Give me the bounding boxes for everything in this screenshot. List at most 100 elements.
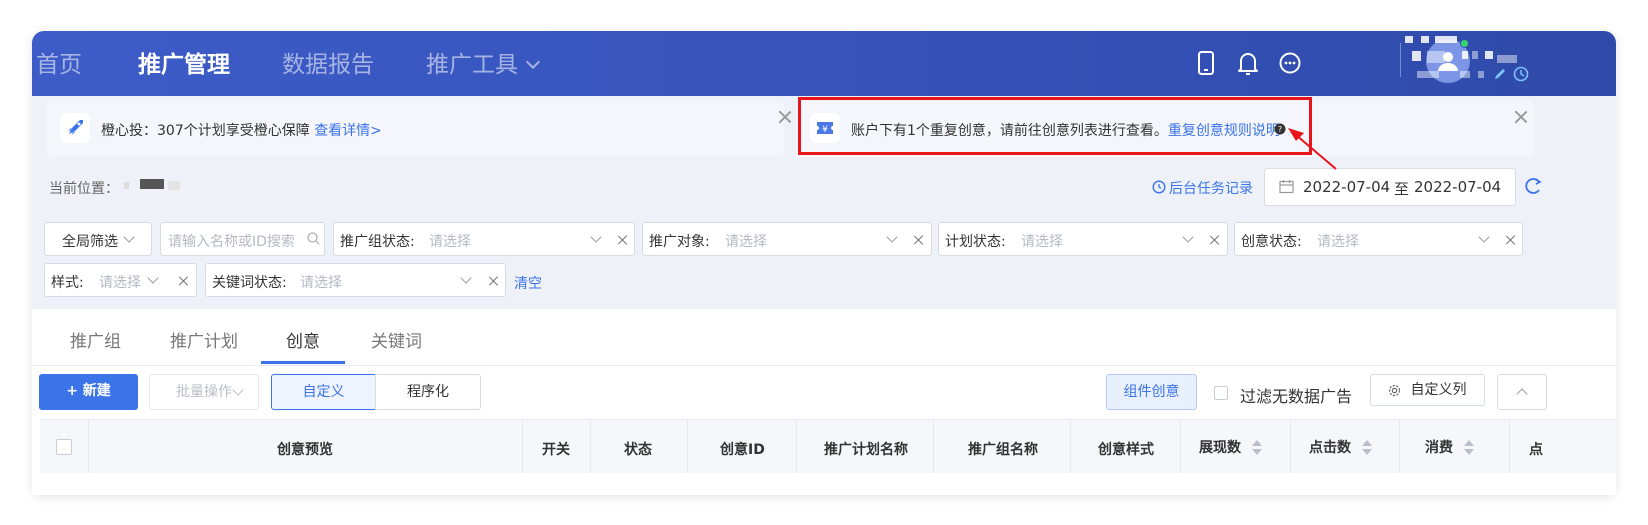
col-status: 状态 — [624, 442, 652, 458]
batch-operation-label: 批量操作 — [176, 384, 232, 400]
nav-promotion-management[interactable]: 推广管理 — [138, 45, 230, 79]
col-creative-preview: 创意预览 — [277, 442, 333, 458]
bell-icon[interactable] — [1236, 49, 1260, 77]
select-all-checkbox[interactable] — [56, 439, 72, 455]
annotation-arrow — [1288, 128, 1337, 170]
col-creative-style: 创意样式 — [1098, 442, 1154, 458]
promo-target-placeholder: 请选择 — [725, 234, 767, 250]
clear-icon[interactable] — [1505, 235, 1515, 245]
search-icon — [307, 232, 320, 245]
clear-icon[interactable] — [1209, 235, 1219, 245]
keyword-status-select[interactable]: 关键词状态: 请选择 — [205, 263, 506, 297]
chevron-down-icon — [1478, 231, 1490, 243]
notice-guarantee-text: 橙心投：307个计划享受橙心保障 查看详情> — [101, 120, 382, 140]
filter-no-data-label: 过滤无数据广告 — [1240, 387, 1353, 406]
style-select[interactable]: 样式: 请选择 — [44, 263, 197, 297]
chevron-down-icon — [123, 231, 135, 243]
plan-status-label: 计划状态: — [945, 234, 1006, 250]
chevron-down-icon — [886, 231, 898, 243]
plan-status-placeholder: 请选择 — [1021, 234, 1063, 250]
clear-icon[interactable] — [178, 276, 188, 286]
col-creative-id: 创意ID — [720, 442, 765, 458]
plan-status-select[interactable]: 计划状态: 请选择 — [938, 222, 1228, 256]
nav-promotion-tools[interactable]: 推广工具 — [426, 45, 541, 79]
more-icon[interactable] — [1278, 49, 1302, 77]
clear-icon[interactable] — [488, 276, 498, 286]
col-switch: 开关 — [542, 442, 570, 458]
date-end: 2022-07-04 — [1414, 178, 1502, 196]
filter-no-data-checkbox[interactable] — [1214, 386, 1228, 400]
close-icon[interactable] — [1514, 110, 1528, 124]
chevron-down-icon — [460, 272, 472, 284]
date-separator: 至 — [1394, 180, 1410, 198]
breadcrumb: 当前位置： — [49, 181, 119, 197]
clock-icon — [1152, 180, 1166, 194]
chevron-down-icon — [590, 231, 602, 243]
group-status-select[interactable]: 推广组状态: 请选择 — [333, 222, 635, 256]
collapse-button[interactable] — [1497, 374, 1547, 410]
search-input[interactable]: 请输入名称或ID搜索 — [160, 222, 325, 256]
date-range-picker[interactable]: 2022-07-04 至 2022-07-04 — [1264, 168, 1516, 206]
notice-guarantee-message: 橙心投：307个计划享受橙心保障 — [101, 123, 310, 139]
chevron-down-icon — [147, 272, 159, 284]
custom-columns-button[interactable]: 自定义列 — [1370, 374, 1485, 406]
global-filter-label: 全局筛选 — [62, 234, 118, 250]
new-button[interactable]: + 新建 — [39, 374, 138, 410]
custom-mode-button[interactable]: 自定义 — [271, 374, 376, 410]
col-cost[interactable]: 消费 — [1425, 437, 1453, 457]
mobile-icon[interactable] — [1194, 49, 1218, 77]
clear-filters-link[interactable]: 清空 — [514, 273, 542, 293]
group-status-placeholder: 请选择 — [429, 234, 471, 250]
promo-target-select[interactable]: 推广对象: 请选择 — [642, 222, 932, 256]
task-records-link[interactable]: 后台任务记录 — [1169, 178, 1253, 198]
filter-area: 全局筛选 请输入名称或ID搜索 推广组状态: 请选择 推广对象: 请选择 计划状… — [32, 210, 1616, 310]
clear-icon[interactable] — [617, 235, 627, 245]
nav-data-report[interactable]: 数据报告 — [282, 45, 374, 79]
edit-icon[interactable] — [1493, 67, 1507, 81]
component-creative-button[interactable]: 组件创意 — [1106, 374, 1197, 410]
main-panel: 推广组 推广计划 创意 关键词 + 新建 批量操作 自定义 程序化 组件创意 过… — [32, 309, 1616, 495]
close-icon[interactable] — [778, 110, 792, 124]
col-truncated: 点 — [1529, 442, 1543, 458]
nav-home[interactable]: 首页 — [36, 45, 82, 79]
creative-status-label: 创意状态: — [1241, 234, 1302, 250]
gear-icon — [1388, 384, 1401, 397]
view-details-link[interactable]: 查看详情> — [314, 123, 382, 139]
chevron-down-icon — [232, 384, 244, 396]
creative-status-select[interactable]: 创意状态: 请选择 — [1234, 222, 1523, 256]
col-clicks[interactable]: 点击数 — [1309, 437, 1351, 457]
batch-operation-button[interactable]: 批量操作 — [149, 374, 259, 410]
style-placeholder: 请选择 — [99, 275, 141, 291]
divider — [1400, 43, 1401, 77]
highlight-box — [798, 97, 1312, 155]
creative-status-placeholder: 请选择 — [1317, 234, 1359, 250]
custom-columns-label: 自定义列 — [1410, 382, 1467, 398]
global-filter-dropdown[interactable]: 全局筛选 — [44, 222, 152, 256]
chevron-up-icon — [1516, 388, 1528, 400]
col-impressions[interactable]: 展现数 — [1199, 437, 1241, 457]
group-status-label: 推广组状态: — [340, 234, 415, 250]
nav-promotion-tools-label: 推广工具 — [426, 52, 518, 78]
search-placeholder: 请输入名称或ID搜索 — [168, 234, 295, 250]
top-nav-bar: 首页 推广管理 数据报告 推广工具 — [32, 31, 1616, 96]
keyword-status-label: 关键词状态: — [212, 275, 287, 291]
clock-icon[interactable] — [1513, 66, 1529, 82]
chevron-down-icon — [1182, 231, 1194, 243]
tab-keyword[interactable]: 关键词 — [371, 327, 422, 352]
clear-icon[interactable] — [913, 235, 923, 245]
refresh-icon[interactable] — [1524, 176, 1542, 196]
programmatic-mode-button[interactable]: 程序化 — [375, 374, 481, 410]
tab-promo-plan[interactable]: 推广计划 — [170, 327, 238, 352]
sort-icon[interactable] — [1252, 440, 1262, 456]
tab-promo-group[interactable]: 推广组 — [70, 327, 121, 352]
sort-icon[interactable] — [1362, 440, 1372, 456]
sort-icon[interactable] — [1464, 440, 1474, 456]
col-group-name: 推广组名称 — [968, 442, 1038, 458]
notice-guarantee: 橙心投：307个计划享受橙心保障 查看详情> — [46, 101, 784, 157]
style-label: 样式: — [51, 275, 84, 291]
keyword-status-placeholder: 请选择 — [300, 275, 342, 291]
tab-creative[interactable]: 创意 — [286, 327, 320, 352]
promo-target-label: 推广对象: — [649, 234, 710, 250]
divider — [32, 365, 1616, 366]
active-tab-indicator — [261, 361, 345, 364]
